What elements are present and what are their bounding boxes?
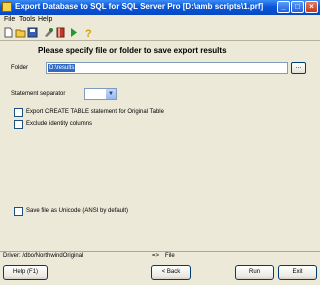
separator-label: Statement separator [11, 91, 66, 97]
separator-select[interactable]: ▼ [84, 88, 117, 100]
browse-button[interactable]: ... [291, 62, 306, 74]
save-icon[interactable] [27, 27, 38, 38]
open-icon[interactable] [15, 27, 26, 38]
exclude-identity-checkbox[interactable] [14, 120, 23, 129]
play-icon[interactable] [68, 27, 79, 38]
status-arrows: => [152, 253, 160, 259]
folder-label: Folder [11, 65, 29, 71]
back-button[interactable]: < Back [151, 265, 191, 280]
menu-help[interactable]: Help [38, 16, 52, 23]
app-icon [2, 2, 12, 12]
status-target: File [165, 253, 175, 259]
page-heading: Please specify file or folder to save ex… [38, 46, 227, 55]
status-driver: Driver: /dbo/NorthwindOriginal [3, 253, 84, 259]
toolbar: ? [0, 26, 320, 41]
new-icon[interactable] [3, 27, 14, 38]
folder-input[interactable]: D:\results [46, 62, 288, 74]
button-bar: Help (F1) < Back Run Exit [0, 261, 320, 285]
run-setup-icon[interactable] [43, 27, 54, 38]
minimize-button[interactable]: _ [277, 1, 290, 13]
main-panel: Please specify file or folder to save ex… [0, 41, 320, 251]
svg-text:?: ? [85, 28, 92, 38]
book-icon[interactable] [55, 27, 66, 38]
unicode-label: Save file as Unicode (ANSI by default) [26, 208, 129, 214]
menu-bar: File Tools Help [0, 15, 320, 26]
run-button[interactable]: Run [235, 265, 274, 280]
unicode-checkbox[interactable] [14, 207, 23, 216]
create-table-checkbox[interactable] [14, 108, 23, 117]
help-button[interactable]: Help (F1) [3, 265, 48, 280]
title-bar: Export Database to SQL for SQL Server Pr… [0, 0, 320, 15]
folder-value: D:\results [48, 64, 76, 72]
create-table-label: Export CREATE TABLE statement for Origin… [26, 109, 164, 115]
menu-file[interactable]: File [4, 16, 15, 23]
menu-tools[interactable]: Tools [19, 16, 35, 23]
help-icon[interactable]: ? [83, 27, 94, 40]
exit-button[interactable]: Exit [278, 265, 317, 280]
close-button[interactable]: × [305, 1, 318, 13]
app-window: Export Database to SQL for SQL Server Pr… [0, 0, 320, 285]
exclude-identity-label: Exclude identity columns [26, 121, 93, 127]
maximize-button[interactable]: □ [291, 1, 304, 13]
chevron-down-icon[interactable]: ▼ [106, 89, 116, 99]
window-title: Export Database to SQL for SQL Server Pr… [15, 2, 264, 11]
